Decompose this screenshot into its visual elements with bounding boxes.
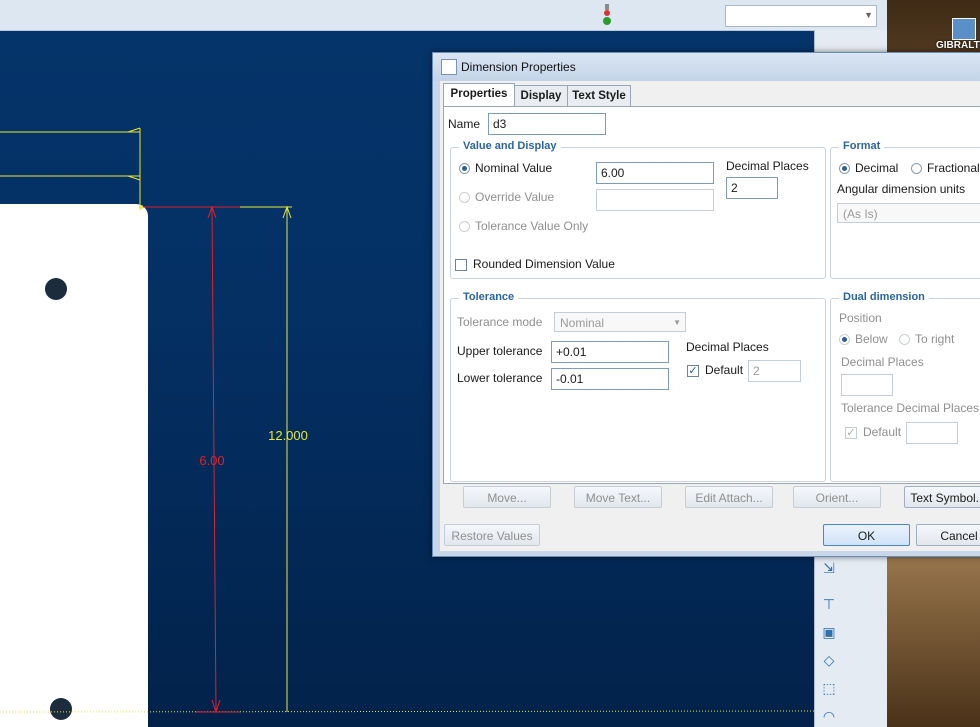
arc-icon[interactable]: ◠ [820,707,838,725]
fractional-radio[interactable] [911,163,922,174]
name-input[interactable]: d3 [488,113,606,135]
override-label: Override Value [475,190,555,204]
angular-units-label: Angular dimension units [837,182,966,196]
tab-text-style[interactable]: Text Style [567,85,631,106]
value-display-group: Value and Display Nominal Value 6.00 Ove… [450,140,826,279]
shortcut-icon[interactable] [952,18,976,40]
decimal-places-input[interactable]: 2 [726,177,778,199]
to-right-label: To right [915,332,955,346]
dimension-lines-selected [142,205,240,714]
text-symbol-button[interactable]: Text Symbol... [904,486,980,508]
tab-display[interactable]: Display [514,85,568,106]
below-radio[interactable] [839,334,850,345]
dual-default-checkbox[interactable]: ✓ [845,427,857,439]
frame-icon[interactable]: ▣ [820,623,838,641]
decimal-radio[interactable] [839,163,850,174]
decimal-format-label: Decimal [855,161,899,175]
orient-button[interactable]: Orient... [793,486,881,508]
angular-units-select[interactable]: (As Is) [837,203,980,223]
dimension-selected-text[interactable]: 6.00 [199,453,224,468]
tolerance-group: Tolerance Tolerance mode Nominal ▼ Upper … [450,291,826,482]
tolerance-only-radio[interactable] [459,221,470,232]
tol-default-input[interactable]: 2 [748,360,801,382]
to-right-radio[interactable] [899,334,910,345]
format-group: Format Decimal Fractional Angular dimens… [830,140,980,279]
dual-tol-decimal-label: Tolerance Decimal Places [841,401,980,415]
dual-decimal-label: Decimal Places [841,355,924,369]
position-label: Position [839,311,882,325]
upper-tolerance-label: Upper tolerance [457,344,543,358]
dual-decimal-input[interactable] [841,374,893,396]
below-label: Below [855,332,888,346]
nominal-radio[interactable] [459,163,470,174]
tol-default-label: Default [705,363,744,377]
shortcut-label[interactable]: GIBRALT [936,40,980,51]
fractional-label: Fractional [927,161,980,175]
restore-values-button[interactable]: Restore Values [444,524,540,546]
jog-icon[interactable]: ⇲ [820,559,838,577]
angular-units-value: (As Is) [843,207,878,221]
move-text-button[interactable]: Move Text... [574,486,662,508]
tolerance-only-label: Tolerance Value Only [475,219,589,233]
dimension-properties-dialog: Dimension Properties Properties Display … [432,52,980,557]
tolerance-mode-label: Tolerance mode [457,315,543,329]
move-button[interactable]: Move... [463,486,551,508]
tol-decimal-places-label: Decimal Places [686,340,769,354]
chevron-down-icon: ▼ [864,10,873,20]
cancel-button[interactable]: Cancel [916,524,980,546]
name-label: Name [448,117,481,131]
decimal-places-label: Decimal Places [726,159,809,173]
dialog-app-icon [441,59,457,75]
properties-panel: Name d3 Value and Display Nominal Value … [443,106,980,484]
dimension-12-text[interactable]: 12.000 [268,428,308,443]
plane-icon[interactable]: ◇ [820,651,838,669]
nominal-value-input[interactable]: 6.00 [596,162,714,184]
override-value-input[interactable] [596,189,714,211]
lower-tolerance-label: Lower tolerance [457,371,543,385]
tolerance-title: Tolerance [459,291,519,303]
dialog-title-bar[interactable]: Dimension Properties [433,53,980,81]
dual-default-label: Default [863,425,902,439]
tolerance-mode-value: Nominal [560,316,605,330]
datum-icon[interactable]: ⊤ [820,595,838,613]
upper-tolerance-input[interactable]: +0.01 [551,341,669,363]
tol-default-checkbox[interactable]: ✓ [687,365,699,377]
nominal-label: Nominal Value [475,161,553,175]
lower-tolerance-input[interactable]: -0.01 [551,368,669,390]
dialog-body: Properties Display Text Style Name d3 Va… [440,81,980,551]
dual-default-input[interactable] [906,422,958,444]
edit-attach-button[interactable]: Edit Attach... [685,486,773,508]
chevron-down-icon: ▼ [673,318,681,327]
dialog-title: Dimension Properties [461,60,576,74]
tolerance-mode-select[interactable]: Nominal ▼ [554,312,686,332]
dual-dimension-group: Dual dimension Position Below To right D… [830,291,980,482]
solid-icon[interactable]: ⬚ [820,679,838,697]
dual-dimension-title: Dual dimension [839,291,929,303]
ok-button[interactable]: OK [823,524,910,546]
value-display-title: Value and Display [459,140,561,152]
override-radio[interactable] [459,192,470,203]
rounded-checkbox[interactable] [455,259,467,271]
selection-point [139,205,143,209]
rounded-label: Rounded Dimension Value [473,257,615,271]
format-title: Format [839,140,885,152]
tab-properties[interactable]: Properties [443,83,515,107]
